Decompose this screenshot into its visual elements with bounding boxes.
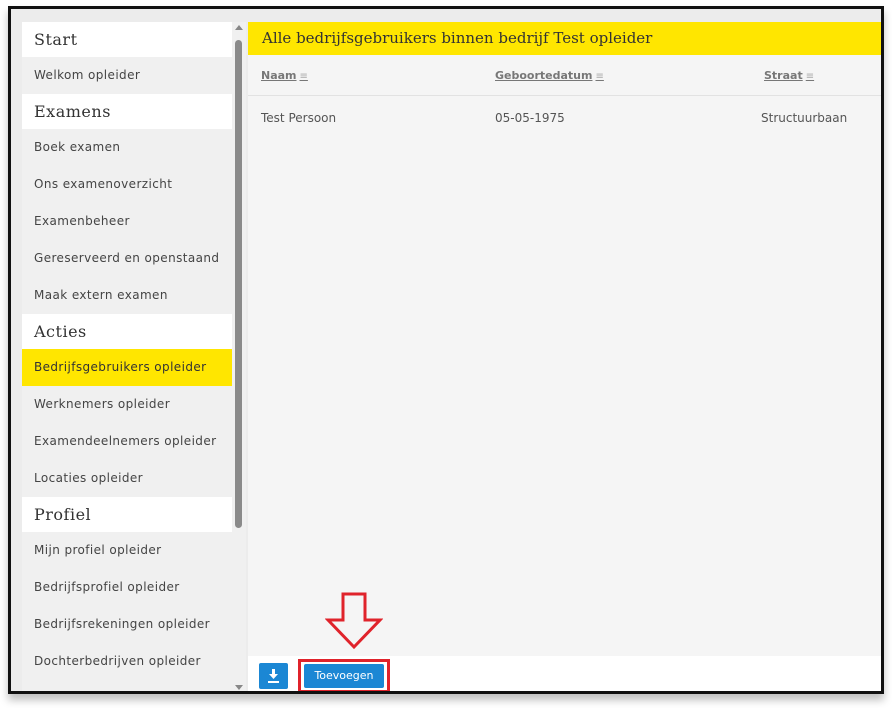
scroll-down-icon[interactable] xyxy=(235,685,243,690)
sidebar-heading-examens: Examens xyxy=(22,94,232,129)
sidebar-item[interactable]: Gereserveerd en openstaand xyxy=(22,240,232,277)
scroll-thumb[interactable] xyxy=(235,40,242,528)
table-row[interactable]: Test Persoon 05-05-1975 Structuurbaan xyxy=(248,96,881,140)
sidebar-item[interactable]: Werknemers opleider xyxy=(22,386,232,423)
sidebar-item[interactable]: Welkom opleider xyxy=(22,57,232,94)
sort-icon[interactable]: ≡ xyxy=(595,71,603,82)
sidebar-heading-acties: Acties xyxy=(22,314,232,349)
sort-icon[interactable]: ≡ xyxy=(300,71,308,82)
sidebar-item[interactable]: Locaties opleider xyxy=(22,460,232,497)
download-icon xyxy=(268,669,279,683)
sidebar-item[interactable]: Dochterbedrijven opleider xyxy=(22,643,232,680)
page-title: Alle bedrijfsgebruikers binnen bedrijf T… xyxy=(248,22,881,55)
sidebar-item[interactable]: Boek examen xyxy=(22,129,232,166)
sidebar-scrollbar[interactable] xyxy=(232,22,246,691)
app-window: Start Welkom opleider Examens Boek examen On… xyxy=(8,6,884,694)
column-header-geboortedatum[interactable]: Geboortedatum ≡ xyxy=(495,69,604,82)
sidebar-heading-start: Start xyxy=(22,22,232,57)
table-footer: Toevoegen xyxy=(248,656,881,691)
sidebar-item[interactable]: Mijn profiel opleider xyxy=(22,532,232,569)
sidebar-item[interactable]: Ons examenoverzicht xyxy=(22,166,232,203)
sidebar-item[interactable]: Maak extern examen xyxy=(22,277,232,314)
column-header-naam[interactable]: Naam ≡ xyxy=(261,69,308,82)
cell-geboortedatum: 05-05-1975 xyxy=(495,111,565,125)
scroll-up-icon[interactable] xyxy=(235,25,243,30)
sidebar-item[interactable]: Bedrijfsgebruikers opleider xyxy=(22,349,232,386)
sidebar-item[interactable]: Bedrijfsprofiel opleider xyxy=(22,569,232,606)
sidebar-item[interactable]: Examendeelnemers opleider xyxy=(22,423,232,460)
cell-naam: Test Persoon xyxy=(261,111,337,125)
cell-straat: Structuurbaan xyxy=(761,111,848,125)
sidebar-item[interactable]: Bedrijfsrekeningen opleider xyxy=(22,606,232,643)
column-header-straat[interactable]: Straat ≡ xyxy=(764,69,814,82)
table-header: Naam ≡ Geboortedatum ≡ Straat ≡ xyxy=(248,55,881,96)
arrow-down-annotation-icon xyxy=(325,592,383,650)
download-button[interactable] xyxy=(259,663,288,689)
add-button[interactable]: Toevoegen xyxy=(304,664,384,688)
sort-icon[interactable]: ≡ xyxy=(806,71,814,82)
sidebar-item[interactable]: Examenbeheer xyxy=(22,203,232,240)
sidebar-nav: Start Welkom opleider Examens Boek examen On… xyxy=(22,22,232,691)
sidebar-heading-profiel: Profiel xyxy=(22,497,232,532)
